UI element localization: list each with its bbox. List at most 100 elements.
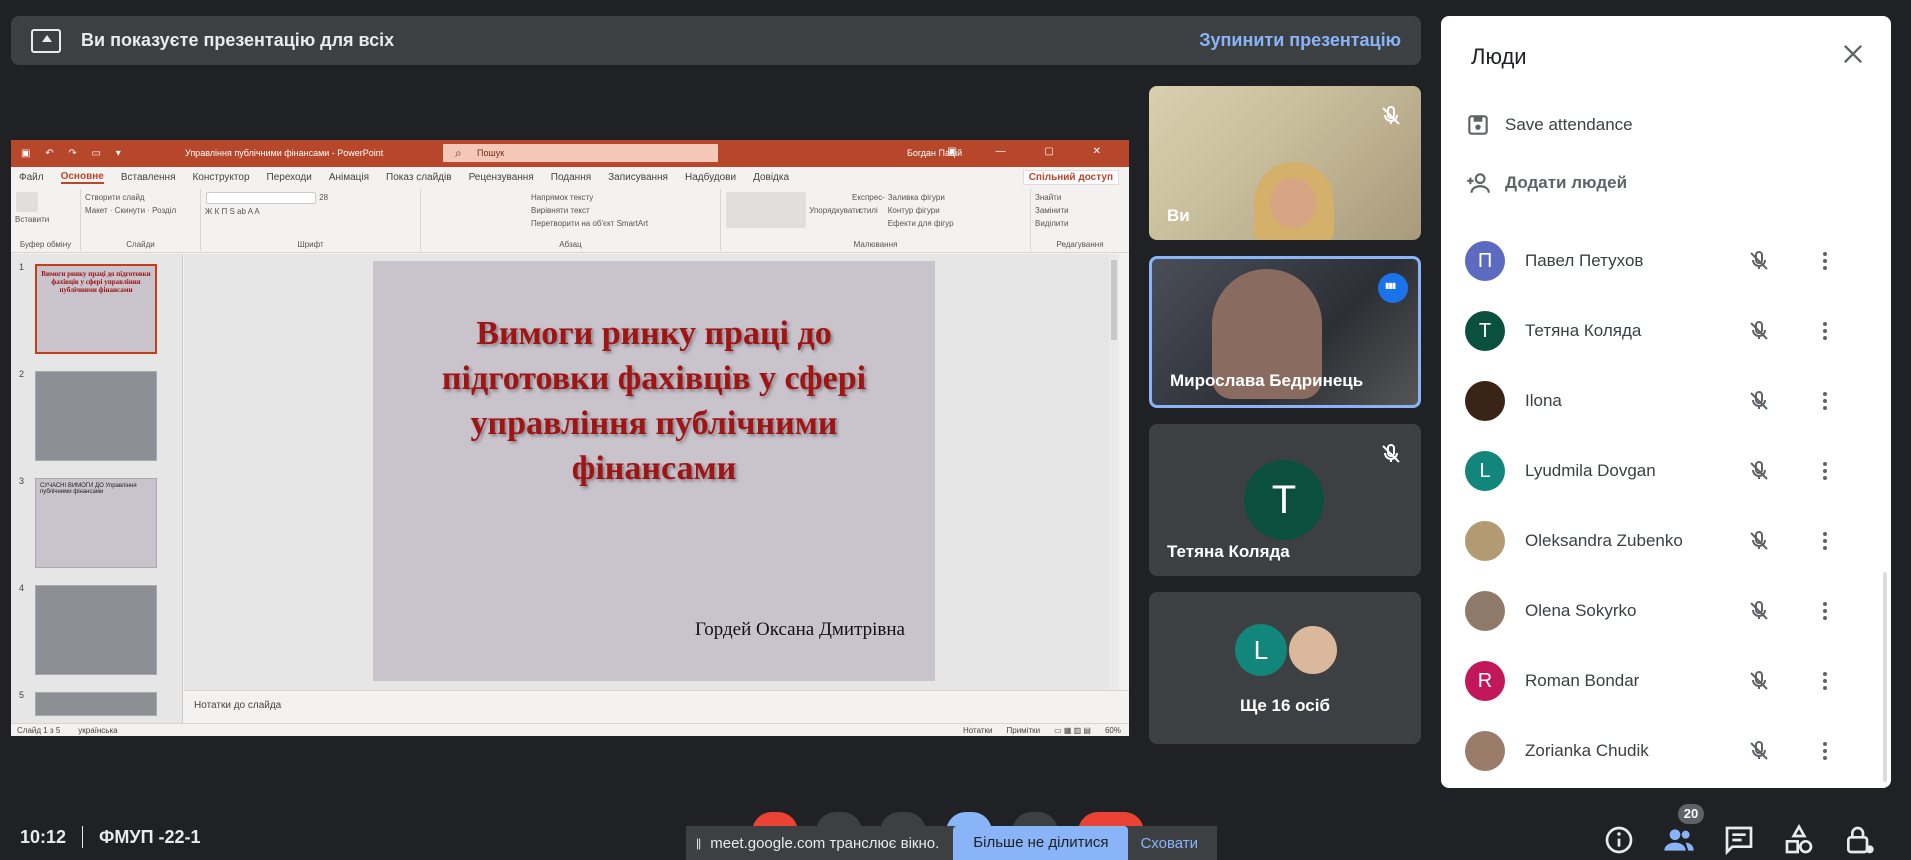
more-vert-icon[interactable] (1813, 389, 1837, 413)
avatar: T (1465, 311, 1505, 351)
tab-design[interactable]: Конструктор (192, 172, 249, 183)
thumbnail-row[interactable]: 3 СУЧАСНІ ВИМОГИ ДО Управління публічним… (15, 476, 171, 568)
text-direction-button[interactable]: Напрямок тексту (531, 193, 593, 202)
tab-file[interactable]: Файл (19, 172, 44, 183)
list-item[interactable]: Zorianka Chudik (1441, 716, 1881, 786)
mic-off-icon[interactable] (1747, 249, 1771, 273)
new-slide-button[interactable]: Створити слайд (85, 193, 145, 202)
slide-thumbnail[interactable]: Вимоги ринку праці до підготовки фахівці… (35, 264, 157, 354)
more-vert-icon[interactable] (1813, 599, 1837, 623)
hide-button[interactable]: Сховати (1140, 835, 1198, 852)
smartart-button[interactable]: Перетворити на об'єкт SmartArt (531, 219, 648, 228)
mic-off-icon[interactable] (1747, 669, 1771, 693)
ppt-search-box[interactable]: Пошук (443, 144, 718, 162)
mic-off-icon[interactable] (1747, 389, 1771, 413)
tile-more-participants[interactable]: L Ще 16 осіб (1149, 592, 1421, 744)
list-item[interactable]: R Roman Bondar (1441, 646, 1881, 716)
language-indicator[interactable]: українська (78, 726, 117, 735)
section-button[interactable]: Розділ (152, 206, 176, 215)
close-icon[interactable] (1839, 40, 1867, 68)
shape-fill-button[interactable]: Заливка фігури (888, 193, 945, 202)
notes-toggle[interactable]: Нотатки (963, 726, 993, 735)
slide-thumbnail[interactable]: СУЧАСНІ ВИМОГИ ДО Управління публічними … (35, 478, 157, 568)
window-controls[interactable]: ▣ — ▢ ✕ (947, 146, 1119, 157)
list-item[interactable]: П Павел Петухов (1441, 226, 1881, 296)
list-item[interactable]: Ilona (1441, 366, 1881, 436)
people-icon[interactable] (1663, 824, 1695, 856)
thumbnail-row[interactable]: 4 (15, 583, 171, 675)
activities-icon[interactable] (1783, 824, 1815, 856)
ppt-share-button[interactable]: Спільний доступ (1022, 169, 1119, 185)
tile-self[interactable]: Ви (1149, 86, 1421, 240)
more-vert-icon[interactable] (1813, 459, 1837, 483)
more-vert-icon[interactable] (1813, 529, 1837, 553)
host-controls-icon[interactable] (1843, 824, 1875, 856)
tab-transitions[interactable]: Переходи (267, 172, 312, 183)
tab-animations[interactable]: Анімація (329, 172, 369, 183)
clipboard-label: Буфер обміну (19, 240, 72, 249)
current-slide[interactable]: Вимоги ринку праці до підготовки фахівці… (373, 261, 935, 681)
reset-button[interactable]: Скинути (115, 206, 145, 215)
tile-speaker[interactable]: Мирослава Бедринець (1149, 256, 1421, 408)
tab-home[interactable]: Основне (60, 171, 104, 184)
align-text-button[interactable]: Вирівняти текст (531, 206, 590, 215)
mic-off-icon[interactable] (1747, 529, 1771, 553)
add-people-button[interactable]: Додати людей (1465, 170, 1627, 196)
slide-title[interactable]: Вимоги ринку праці до підготовки фахівці… (393, 311, 915, 491)
editor-scrollbar[interactable] (1109, 254, 1119, 690)
list-item[interactable]: Olena Sokyrko (1441, 576, 1881, 646)
stop-presenting-button[interactable]: Зупинити презентацію (1199, 30, 1401, 51)
replace-button[interactable]: Замінити (1035, 206, 1069, 215)
arrange-button[interactable]: Упорядкувати (809, 204, 860, 217)
font-name-select[interactable] (206, 192, 316, 204)
slide-thumbnail[interactable] (35, 371, 157, 461)
thumbnail-row[interactable]: 1 Вимоги ринку праці до підготовки фахів… (15, 262, 171, 354)
select-button[interactable]: Виділити (1035, 219, 1069, 228)
quick-styles-button[interactable]: Експрес-стилі (851, 191, 885, 217)
slide-notes[interactable]: Нотатки до слайда (184, 690, 1129, 723)
slide-thumbnail[interactable] (35, 692, 157, 716)
more-vert-icon[interactable] (1813, 739, 1837, 763)
info-icon[interactable] (1603, 824, 1635, 856)
zoom-level[interactable]: 60% (1105, 726, 1121, 735)
slide-thumbnail[interactable] (35, 585, 157, 675)
list-item[interactable]: L Lyudmila Dovgan (1441, 436, 1881, 506)
more-vert-icon[interactable] (1813, 249, 1837, 273)
mic-off-icon[interactable] (1747, 739, 1771, 763)
mic-off-icon[interactable] (1747, 319, 1771, 343)
font-size-select[interactable]: 28 (319, 193, 328, 202)
view-icons[interactable]: ▭ ▦ ▥ ▤ (1054, 726, 1091, 735)
panel-scrollbar[interactable] (1883, 572, 1887, 782)
meeting-name[interactable]: ФМУП -22-1 (99, 827, 201, 848)
tab-recording[interactable]: Записування (608, 172, 668, 183)
tab-slideshow[interactable]: Показ слайдів (386, 172, 452, 183)
slide-editor[interactable]: Вимоги ринку праці до підготовки фахівці… (184, 254, 1119, 690)
more-vert-icon[interactable] (1813, 319, 1837, 343)
find-button[interactable]: Знайти (1035, 193, 1061, 202)
comments-toggle[interactable]: Примітки (1007, 726, 1041, 735)
shapes-gallery-icon[interactable] (726, 192, 806, 228)
tab-insert[interactable]: Вставлення (121, 172, 176, 183)
list-item[interactable]: Oleksandra Zubenko (1441, 506, 1881, 576)
list-item[interactable]: T Тетяна Коляда (1441, 296, 1881, 366)
save-attendance-button[interactable]: Save attendance (1465, 112, 1633, 138)
tab-view[interactable]: Подання (551, 172, 591, 183)
shape-outline-button[interactable]: Контур фігури (888, 206, 940, 215)
font-format-icons[interactable]: Ж К П S ab A A (205, 207, 260, 216)
shape-effects-button[interactable]: Ефекти для фігур (888, 219, 954, 228)
slide-author[interactable]: Гордей Оксана Дмитрівна (695, 619, 905, 641)
more-vert-icon[interactable] (1813, 669, 1837, 693)
layout-button[interactable]: Макет (85, 206, 108, 215)
slide-thumbnails-pane[interactable]: 1 Вимоги ринку праці до підготовки фахів… (11, 254, 183, 723)
paste-icon[interactable] (16, 192, 38, 212)
mic-off-icon[interactable] (1747, 459, 1771, 483)
tab-help[interactable]: Довідка (753, 172, 789, 183)
tab-addins[interactable]: Надбудови (685, 172, 736, 183)
chat-icon[interactable] (1723, 824, 1755, 856)
paste-button[interactable]: Вставити (15, 215, 49, 224)
thumbnail-row[interactable]: 2 (15, 369, 171, 461)
stop-sharing-button[interactable]: Більше не ділитися (953, 826, 1129, 860)
mic-off-icon[interactable] (1747, 599, 1771, 623)
tab-review[interactable]: Рецензування (469, 172, 534, 183)
tile-participant[interactable]: T Тетяна Коляда (1149, 424, 1421, 576)
